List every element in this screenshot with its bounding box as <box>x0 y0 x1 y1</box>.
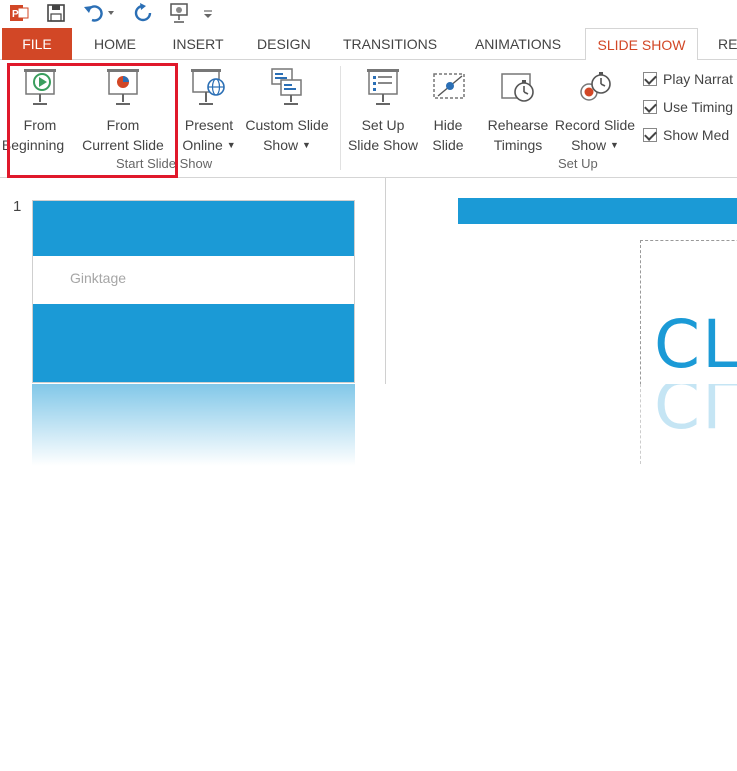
group-divider <box>340 66 341 170</box>
record-icon <box>551 68 639 111</box>
hide-slide-label-2: Slide <box>432 137 464 153</box>
customize-icon[interactable] <box>202 2 214 24</box>
thumbnail-reflection <box>32 384 355 466</box>
thumbnail-bottom-band <box>33 304 354 382</box>
rehearse-label-1: Rehearse <box>487 117 549 133</box>
present-online-button[interactable]: Present Online ▼ <box>181 68 237 155</box>
show-media-label: Show Med <box>663 127 730 143</box>
hide-slide-button[interactable]: Hide Slide <box>424 68 472 155</box>
slide-thumbnail[interactable]: Ginktage <box>32 200 355 383</box>
rehearse-timings-button[interactable]: Rehearse Timings <box>484 68 552 155</box>
main-slide-reflection: CL <box>640 384 737 464</box>
chevron-down-icon: ▼ <box>302 140 311 150</box>
record-label-2: Show <box>571 137 607 153</box>
present-online-label-2: Online <box>182 137 223 153</box>
tab-design[interactable]: DESIGN <box>257 28 311 60</box>
set-up-slide-show-button[interactable]: Set Up Slide Show <box>345 68 421 155</box>
rehearse-timings-icon <box>484 68 552 111</box>
record-slide-show-button[interactable]: Record Slide Show ▼ <box>551 68 639 155</box>
tab-animations[interactable]: ANIMATIONS <box>472 28 564 60</box>
tab-review[interactable]: RE <box>718 28 737 60</box>
quick-access-toolbar: P <box>0 0 737 28</box>
save-icon[interactable] <box>45 2 67 24</box>
custom-slide-show-icon <box>242 68 332 111</box>
hide-slide-icon <box>424 68 472 111</box>
custom-slide-show-button[interactable]: Custom Slide Show ▼ <box>242 68 332 155</box>
hide-slide-label-1: Hide <box>433 117 463 133</box>
slide-number: 1 <box>13 198 22 215</box>
redo-icon[interactable] <box>132 2 154 24</box>
present-online-icon <box>181 68 237 111</box>
tab-home[interactable]: HOME <box>92 28 138 60</box>
record-label-1: Record Slide <box>554 117 636 133</box>
custom-slide-show-label-2: Show <box>263 137 299 153</box>
play-narrations-checkbox[interactable]: Play Narrat <box>643 69 733 89</box>
highlight-box <box>7 63 178 178</box>
pane-divider[interactable] <box>385 178 386 384</box>
tab-slide-show[interactable]: SLIDE SHOW <box>585 28 698 61</box>
ribbon-tabs: FILE HOME INSERT DESIGN TRANSITIONS ANIM… <box>0 28 737 61</box>
tab-file[interactable]: FILE <box>2 28 72 60</box>
checkbox-checked-icon <box>643 128 657 142</box>
custom-slide-show-label-1: Custom Slide <box>245 117 329 133</box>
slide-title-text: CL <box>654 306 737 383</box>
checkbox-checked-icon <box>643 100 657 114</box>
slide-top-band <box>458 198 737 224</box>
tab-insert[interactable]: INSERT <box>172 28 224 60</box>
set-up-show-label-2: Slide Show <box>347 137 419 153</box>
powerpoint-logo-icon: P <box>8 2 30 24</box>
use-timings-checkbox[interactable]: Use Timing <box>643 97 733 117</box>
svg-text:P: P <box>12 9 19 20</box>
use-timings-label: Use Timing <box>663 99 734 115</box>
set-up-group-label: Set Up <box>558 156 598 171</box>
tab-transitions[interactable]: TRANSITIONS <box>343 28 437 60</box>
set-up-show-icon <box>345 68 421 111</box>
present-icon[interactable] <box>168 2 192 24</box>
rehearse-label-2: Timings <box>493 137 543 153</box>
present-online-label-1: Present <box>184 117 234 133</box>
main-slide-canvas[interactable]: CL <box>458 198 737 384</box>
slide-title-reflection: CL <box>654 384 737 441</box>
chevron-down-icon: ▼ <box>226 140 236 150</box>
show-media-controls-checkbox[interactable]: Show Med <box>643 125 729 145</box>
play-narrations-label: Play Narrat <box>663 71 734 87</box>
placeholder-reflection <box>640 384 641 464</box>
chevron-down-icon: ▼ <box>610 140 619 150</box>
thumbnail-title: Ginktage <box>70 270 127 286</box>
undo-icon[interactable] <box>82 2 116 24</box>
checkbox-checked-icon <box>643 72 657 86</box>
thumbnail-top-band <box>33 201 354 256</box>
set-up-show-label-1: Set Up <box>361 117 405 133</box>
